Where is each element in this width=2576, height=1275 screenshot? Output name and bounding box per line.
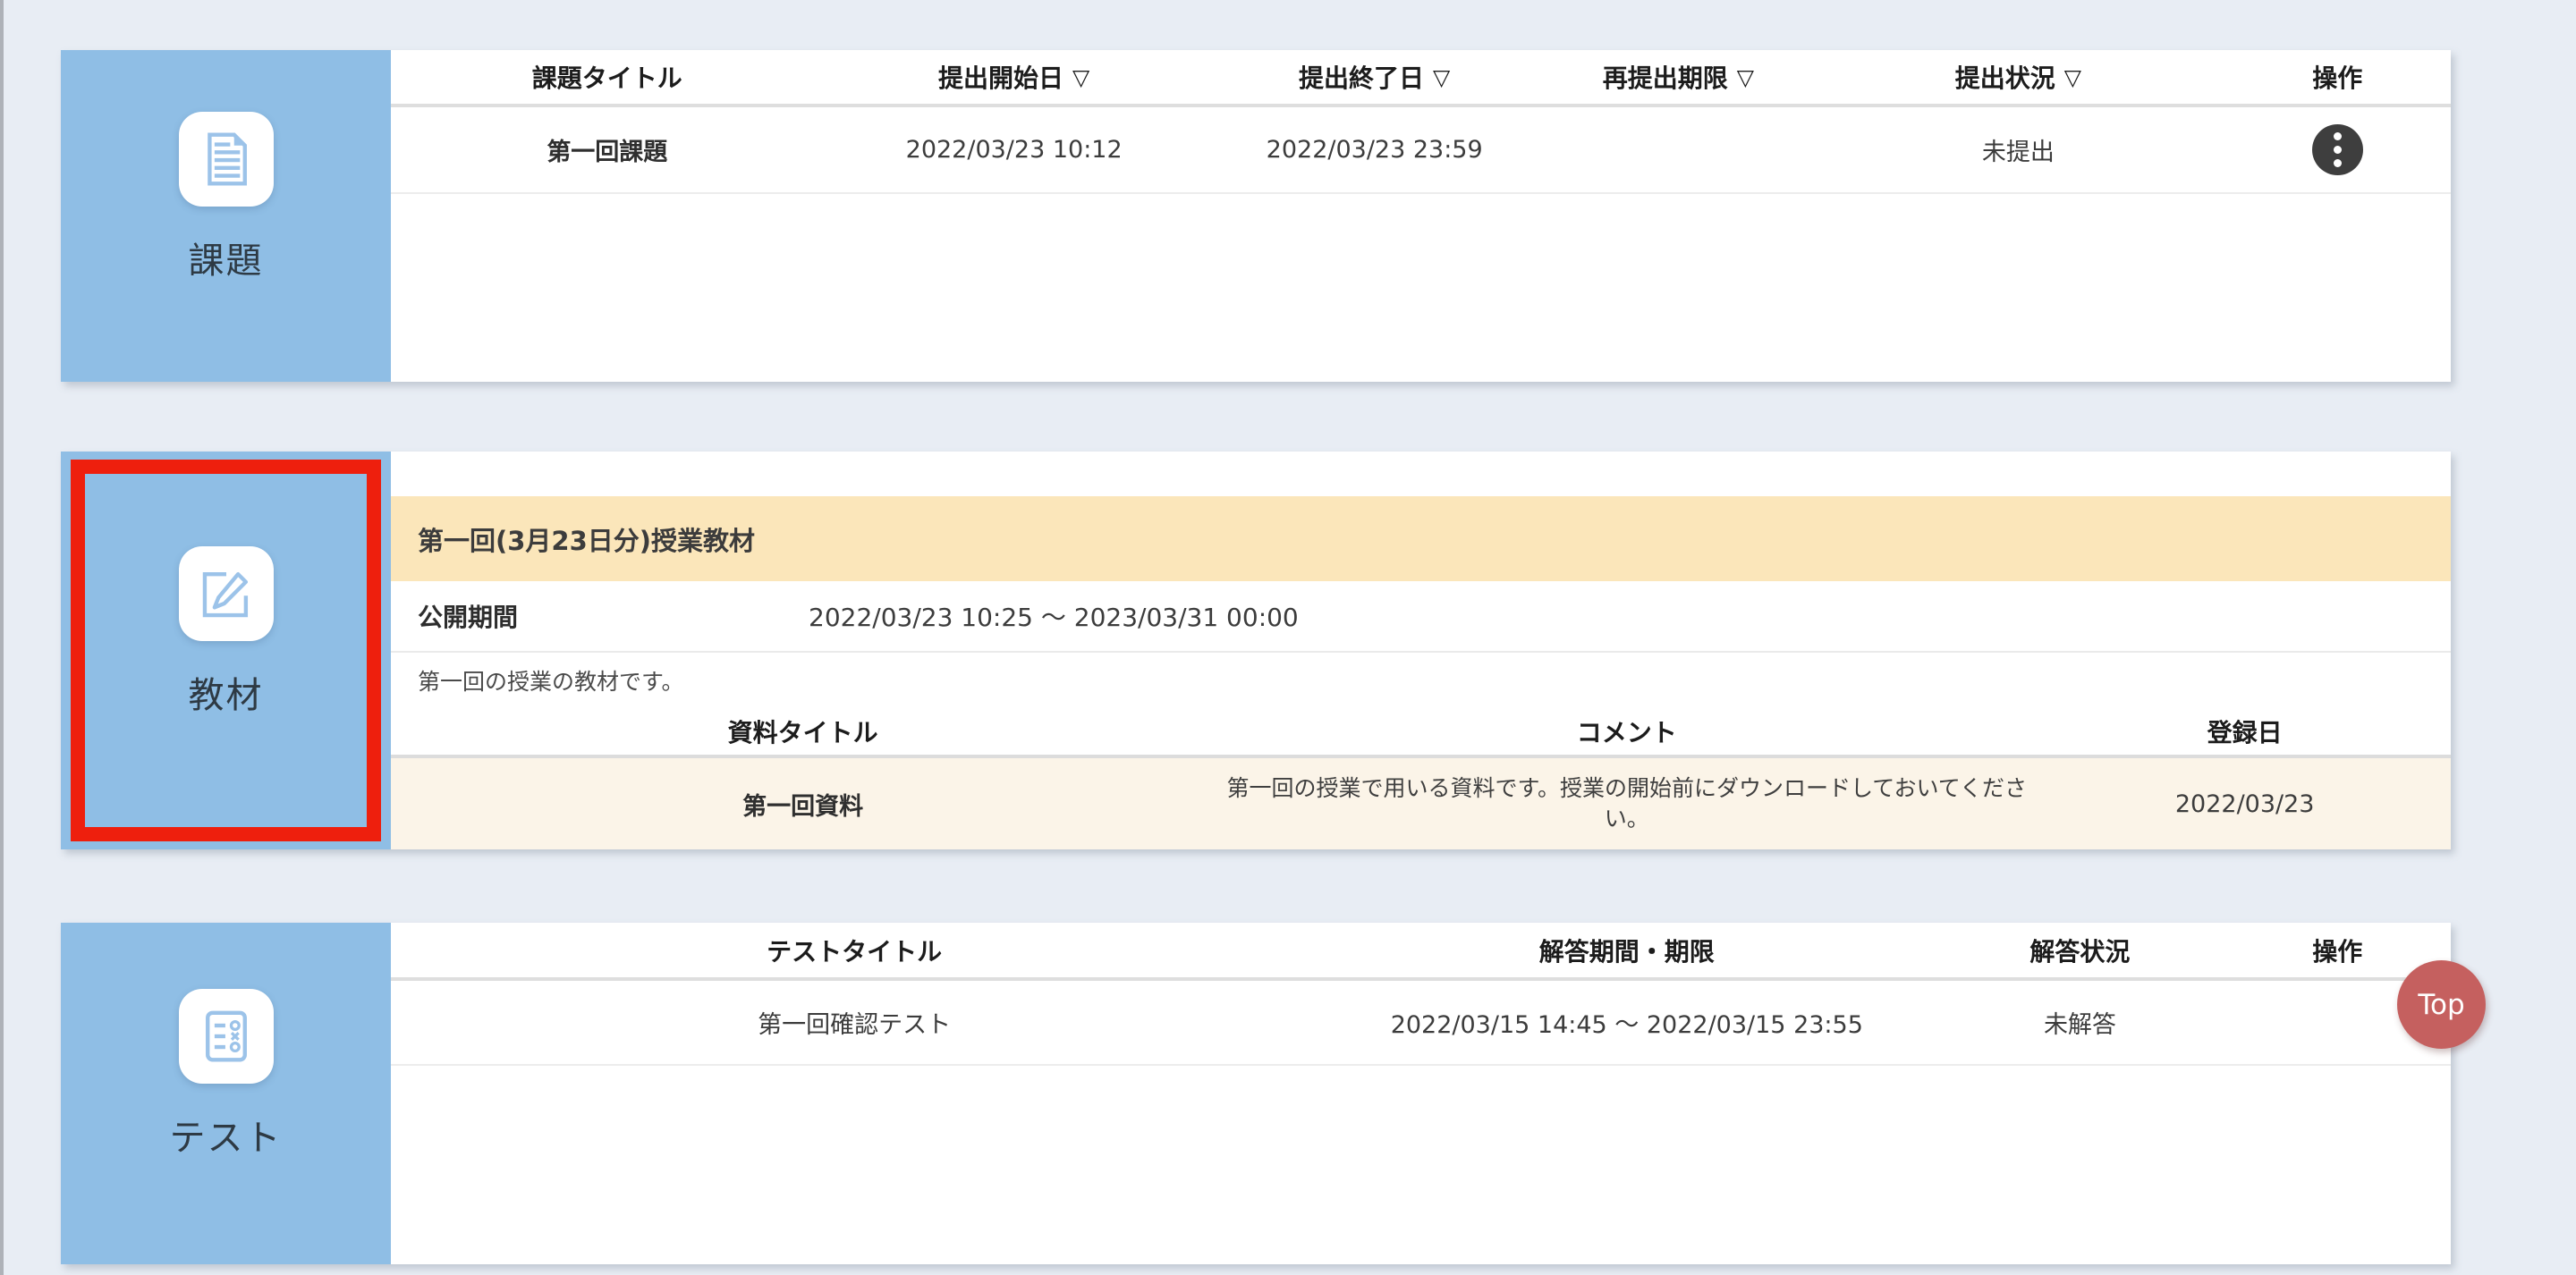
- section-tests: テスト テストタイトル 解答期間・期限 解答状況 操作 第一回確認テスト 202…: [61, 923, 2451, 1264]
- col-header-label: コメント: [1577, 713, 1677, 749]
- tile-tests-content: テスト: [170, 989, 283, 1161]
- col-header-test-title: テストタイトル: [391, 933, 1318, 968]
- open-period-label: 公開期間: [391, 598, 809, 634]
- col-header-submit-end-sort[interactable]: 提出終了日 ▽: [1205, 59, 1545, 95]
- test-answer-status: 未解答: [1936, 1005, 2224, 1040]
- assignment-start-date: 2022/03/23 10:12: [824, 136, 1205, 164]
- sort-down-icon[interactable]: ▽: [1072, 64, 1089, 90]
- col-header-label: 解答状況: [2029, 933, 2130, 968]
- tests-empty-area: [391, 1066, 2451, 1264]
- tile-assignments-label: 課題: [189, 232, 264, 283]
- sidebar-tile-materials[interactable]: 教材: [61, 452, 391, 849]
- back-to-top-button[interactable]: Top: [2397, 960, 2486, 1049]
- assignment-title: 第一回課題: [391, 132, 824, 167]
- row-actions-kebab-button[interactable]: [2312, 124, 2363, 175]
- materials-table-header: 資料タイトル コメント 登録日: [391, 708, 2451, 758]
- assignments-empty-area: [391, 194, 2451, 382]
- sidebar-tile-assignments[interactable]: 課題: [61, 50, 391, 382]
- assignment-actions-cell: [2224, 124, 2451, 175]
- col-header-registered-date: 登録日: [2038, 713, 2451, 749]
- kebab-dot: [2334, 146, 2342, 154]
- col-header-label: 提出状況: [1955, 59, 2055, 95]
- col-header-answer-status: 解答状況: [1936, 933, 2224, 968]
- materials-section-band: 第一回(3月23日分)授業教材: [391, 496, 2451, 581]
- sort-down-icon[interactable]: ▽: [1433, 64, 1450, 90]
- test-title: 第一回確認テスト: [391, 1005, 1318, 1040]
- materials-top-strip: [391, 452, 2451, 496]
- section-materials: 教材 第一回(3月23日分)授業教材 公開期間 2022/03/23 10:25…: [61, 452, 2451, 849]
- sidebar-tile-tests[interactable]: テスト: [61, 923, 391, 1264]
- col-header-label: テストタイトル: [767, 933, 942, 968]
- col-header-label: 提出終了日: [1299, 59, 1424, 95]
- material-registered-date: 2022/03/23: [2038, 790, 2451, 818]
- col-header-assignment-title: 課題タイトル: [391, 59, 824, 95]
- material-title[interactable]: 第一回資料: [391, 787, 1215, 822]
- edit-icon: [179, 546, 274, 641]
- col-header-resubmit-deadline-sort[interactable]: 再提出期限 ▽: [1545, 59, 1812, 95]
- kebab-dot: [2334, 159, 2342, 167]
- assignment-end-date: 2022/03/23 23:59: [1205, 136, 1545, 164]
- material-table-row[interactable]: 第一回資料 第一回の授業で用いる資料です。授業の開始前にダウンロードしておいてく…: [391, 758, 2451, 849]
- col-header-label: 登録日: [2207, 713, 2283, 749]
- col-header-material-title: 資料タイトル: [391, 713, 1215, 749]
- tile-assignments-content: 課題: [179, 112, 274, 283]
- tile-tests-label: テスト: [170, 1109, 283, 1161]
- window-left-edge: [0, 0, 4, 1275]
- tile-materials-content: 教材: [179, 546, 274, 718]
- assignment-table-row: 第一回課題 2022/03/23 10:12 2022/03/23 23:59 …: [391, 107, 2451, 194]
- col-header-label: 提出開始日: [938, 59, 1063, 95]
- quiz-icon: [179, 989, 274, 1084]
- kebab-dot: [2334, 132, 2342, 140]
- col-header-label: 操作: [2312, 59, 2362, 95]
- test-table-row: 第一回確認テスト 2022/03/15 14:45 ～ 2022/03/15 2…: [391, 981, 2451, 1066]
- tests-table-header: テストタイトル 解答期間・期限 解答状況 操作: [391, 923, 2451, 981]
- sort-down-icon[interactable]: ▽: [2064, 64, 2081, 90]
- materials-panel: 第一回(3月23日分)授業教材 公開期間 2022/03/23 10:25 ～ …: [391, 452, 2451, 849]
- col-header-label: 操作: [2312, 933, 2362, 968]
- col-header-comment: コメント: [1215, 713, 2038, 749]
- materials-description: 第一回の授業の教材です。: [391, 653, 2451, 708]
- assignments-table-header: 課題タイトル 提出開始日 ▽ 提出終了日 ▽ 再提出期限 ▽ 提出状況 ▽ 操作: [391, 50, 2451, 107]
- open-period-value: 2022/03/23 10:25 ～ 2023/03/31 00:00: [809, 598, 1299, 634]
- col-header-actions: 操作: [2224, 59, 2451, 95]
- material-comment: 第一回の授業で用いる資料です。授業の開始前にダウンロードしておいてください。: [1216, 773, 2038, 834]
- col-header-label: 再提出期限: [1603, 59, 1728, 95]
- tile-materials-label: 教材: [189, 666, 264, 718]
- tests-panel: テストタイトル 解答期間・期限 解答状況 操作 第一回確認テスト 2022/03…: [391, 923, 2451, 1264]
- material-comment-cell: 第一回の授業で用いる資料です。授業の開始前にダウンロードしておいてください。: [1215, 773, 2038, 834]
- col-header-label: 資料タイトル: [728, 713, 878, 749]
- materials-open-period-row: 公開期間 2022/03/23 10:25 ～ 2023/03/31 00:00: [391, 581, 2451, 653]
- document-icon: [179, 112, 274, 207]
- section-assignments: 課題 課題タイトル 提出開始日 ▽ 提出終了日 ▽ 再提出期限 ▽ 提出状況 ▽: [61, 50, 2451, 382]
- assignments-panel: 課題タイトル 提出開始日 ▽ 提出終了日 ▽ 再提出期限 ▽ 提出状況 ▽ 操作: [391, 50, 2451, 382]
- sort-down-icon[interactable]: ▽: [1737, 64, 1754, 90]
- col-header-submit-status-sort[interactable]: 提出状況 ▽: [1812, 59, 2224, 95]
- test-answer-period: 2022/03/15 14:45 ～ 2022/03/15 23:55: [1318, 1005, 1936, 1040]
- materials-section-title: 第一回(3月23日分)授業教材: [418, 520, 755, 558]
- col-header-label: 解答期間・期限: [1539, 933, 1715, 968]
- assignment-status: 未提出: [1812, 132, 2224, 167]
- col-header-submit-start-sort[interactable]: 提出開始日 ▽: [824, 59, 1205, 95]
- col-header-answer-period: 解答期間・期限: [1318, 933, 1936, 968]
- col-header-label: 課題タイトル: [532, 59, 682, 95]
- col-header-actions: 操作: [2224, 933, 2451, 968]
